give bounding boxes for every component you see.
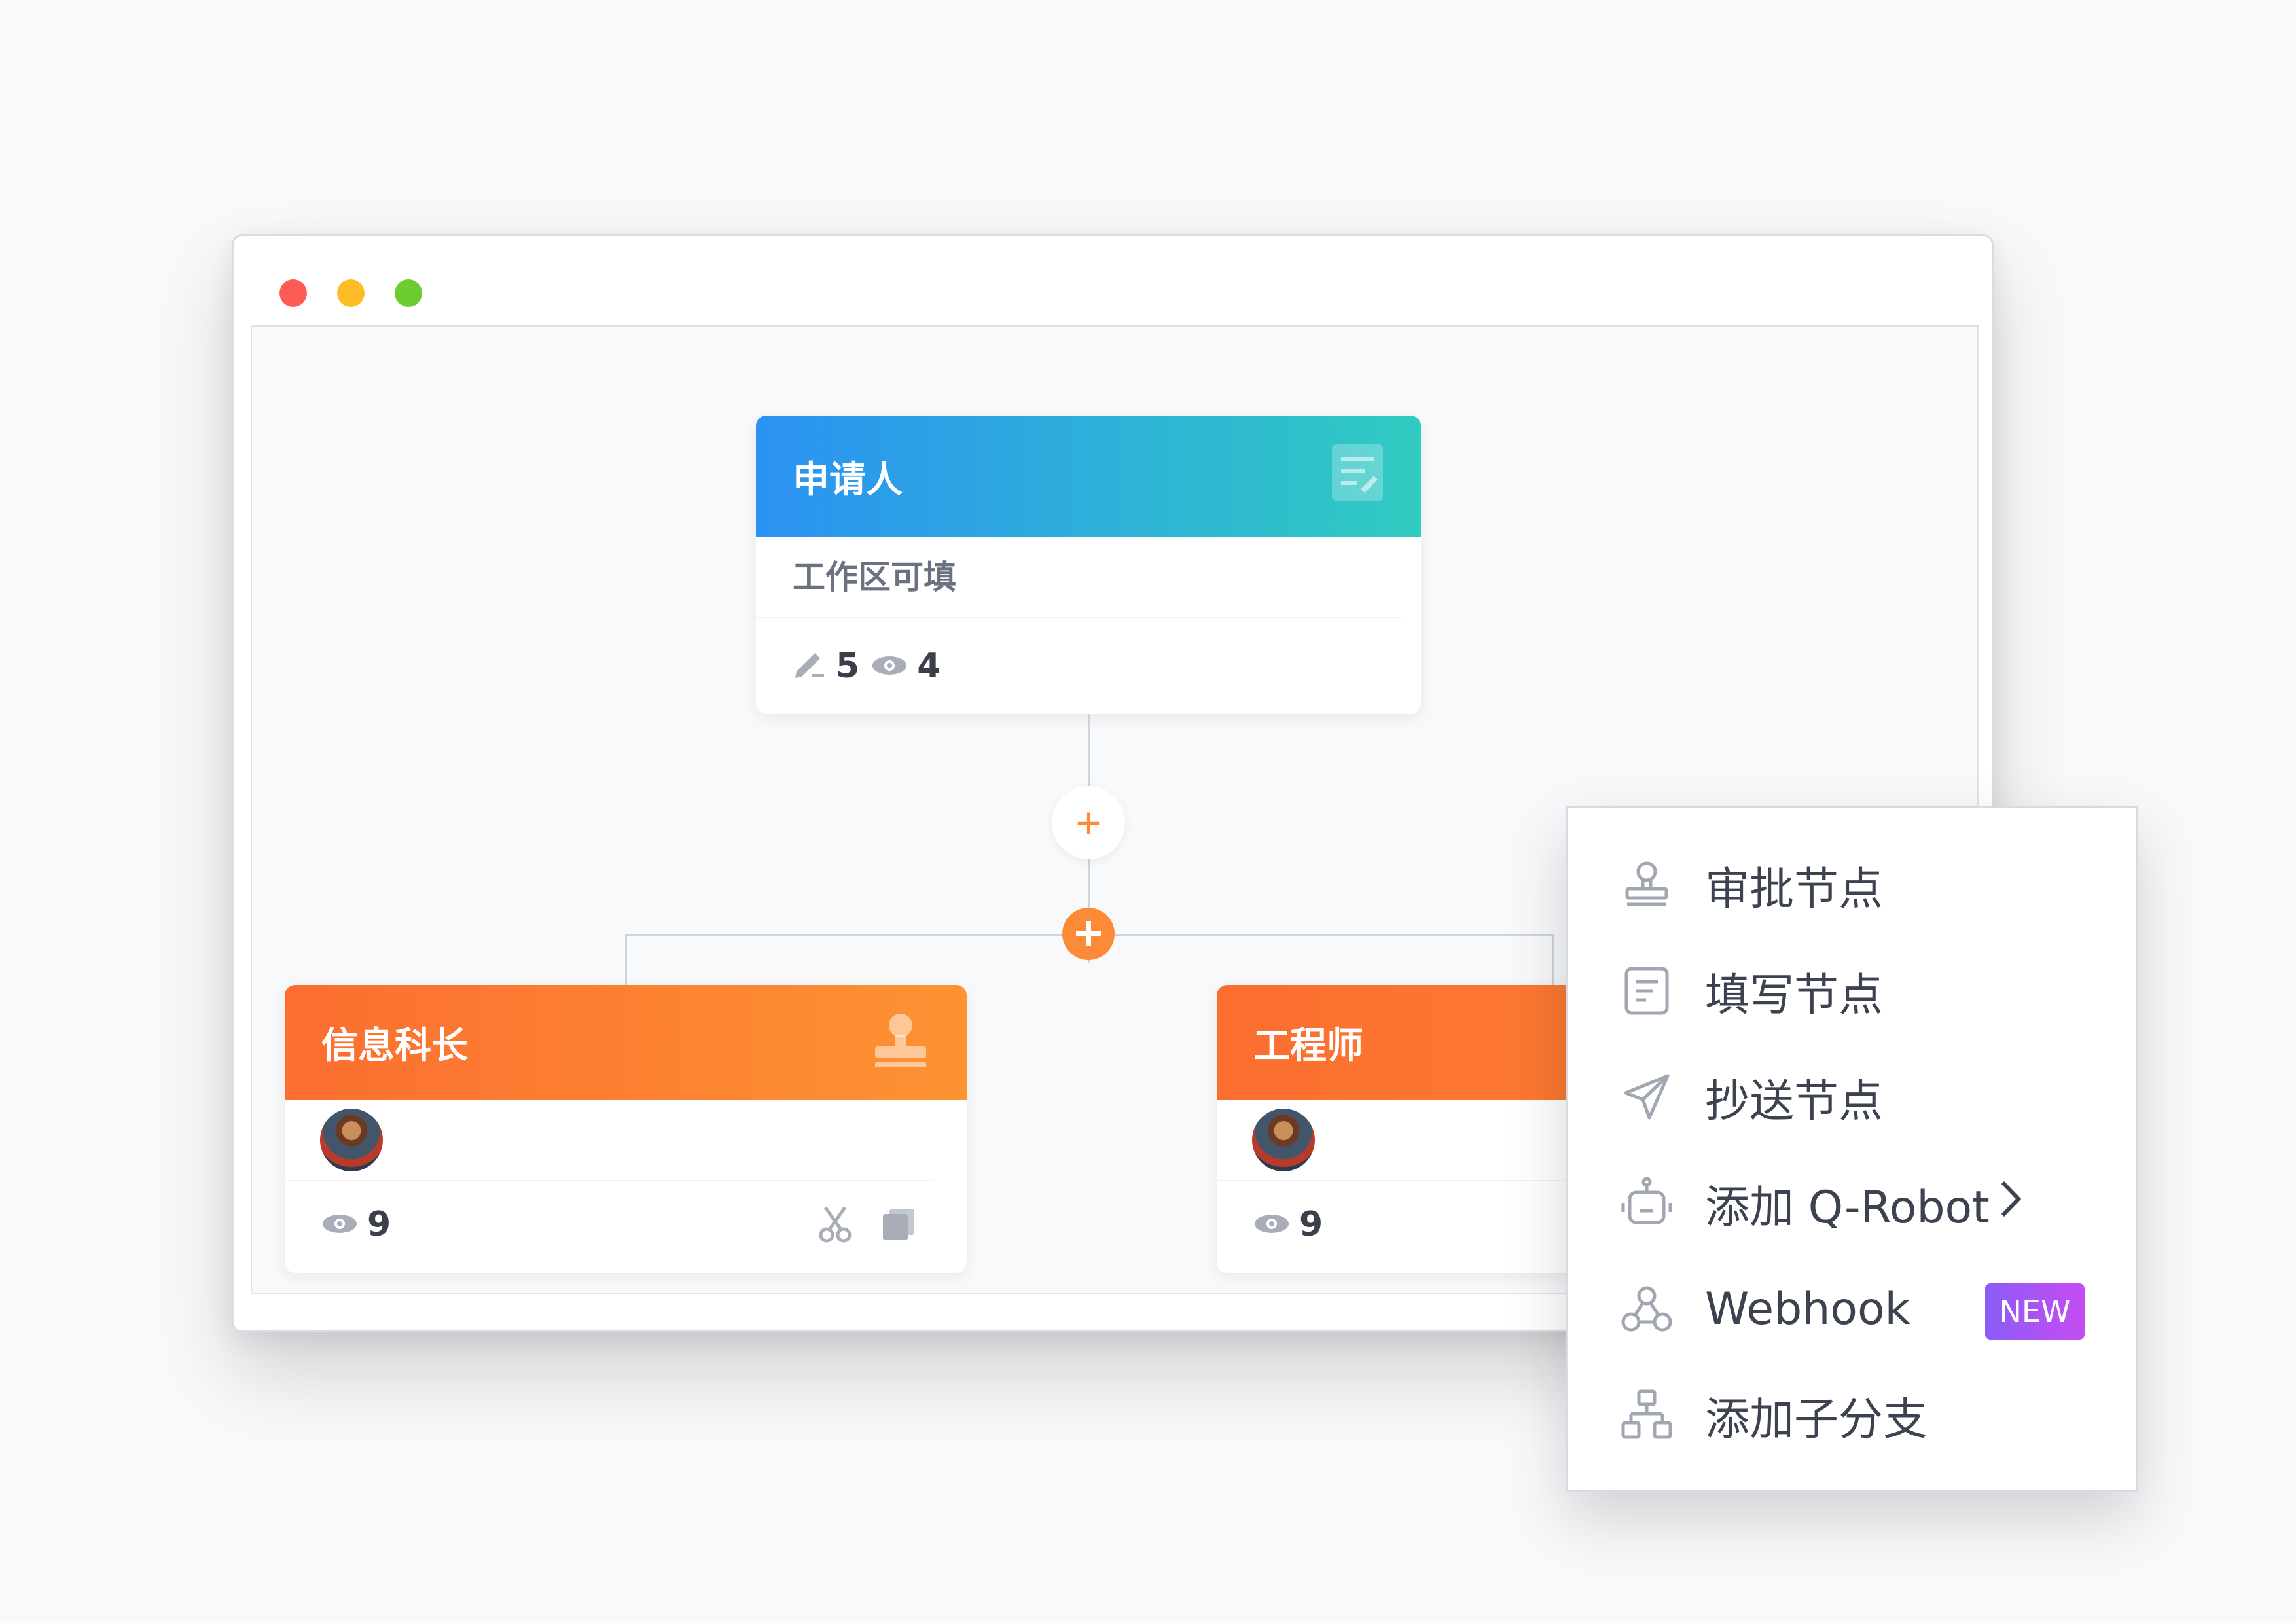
info-chief-node-stats: 9 <box>285 1181 967 1268</box>
menu-item-label: 添加 Q-Robot <box>1705 1181 1990 1234</box>
add-branch-button[interactable] <box>1062 908 1115 960</box>
view-count: 9 <box>367 1205 391 1244</box>
new-badge: NEW <box>1985 1283 2085 1340</box>
assignee-row <box>285 1100 934 1181</box>
close-window-button[interactable] <box>279 279 307 307</box>
add-node-button[interactable]: + <box>1052 786 1125 859</box>
info-chief-node-header: 信息科长 <box>285 985 967 1100</box>
stamp-icon <box>871 1011 930 1079</box>
info-chief-node-card[interactable]: 信息科长 9 <box>285 985 967 1273</box>
avatar[interactable] <box>1252 1109 1315 1171</box>
menu-item-approval-node[interactable]: 审批节点 <box>1568 832 2136 938</box>
plus-icon <box>1076 921 1101 946</box>
menu-item-add-q-robot[interactable]: 添加 Q-Robot <box>1568 1150 2136 1256</box>
robot-icon <box>1620 1176 1674 1230</box>
pencil-icon <box>793 645 827 688</box>
menu-item-fill-node[interactable]: 填写节点 <box>1568 938 2136 1044</box>
menu-item-label: 审批节点 <box>1705 863 1884 916</box>
view-count: 9 <box>1299 1205 1323 1244</box>
branch-line-right <box>1552 934 1554 985</box>
form-icon <box>1331 443 1384 511</box>
menu-item-label: 填写节点 <box>1705 969 1884 1022</box>
copy-icon[interactable] <box>882 1207 916 1250</box>
info-chief-node-title: 信息科长 <box>321 1024 468 1067</box>
branch-line-left <box>625 934 627 985</box>
chevron-right-icon <box>1999 1177 2022 1229</box>
applicant-node-title: 申请人 <box>793 458 903 501</box>
edit-count: 5 <box>836 647 860 686</box>
avatar[interactable] <box>320 1109 383 1171</box>
eye-icon <box>1253 1205 1290 1244</box>
add-node-menu: 审批节点 填写节点 抄送节点 添加 Q-Robot Webhook NEW 添加… <box>1566 806 2138 1492</box>
menu-item-cc-node[interactable]: 抄送节点 <box>1568 1044 2136 1150</box>
maximize-window-button[interactable] <box>395 279 422 307</box>
applicant-node-header: 申请人 <box>756 416 1421 537</box>
eye-icon <box>871 647 908 686</box>
webhook-icon <box>1620 1282 1674 1336</box>
plus-icon: + <box>1074 803 1103 842</box>
menu-item-webhook[interactable]: Webhook NEW <box>1568 1256 2136 1362</box>
minimize-window-button[interactable] <box>337 279 365 307</box>
send-icon <box>1620 1070 1674 1124</box>
applicant-node-card[interactable]: 申请人 工作区可填 5 4 <box>756 416 1421 714</box>
applicant-node-subtitle: 工作区可填 <box>756 537 1401 618</box>
branch-icon <box>1620 1388 1674 1442</box>
applicant-node-stats: 5 4 <box>756 618 1421 714</box>
stamp-icon <box>1620 858 1674 912</box>
form-icon <box>1620 964 1674 1018</box>
view-count: 4 <box>917 647 941 686</box>
menu-item-add-sub-branch[interactable]: 添加子分支 <box>1568 1362 2136 1468</box>
eye-icon <box>321 1205 358 1244</box>
menu-item-label: 抄送节点 <box>1705 1075 1884 1128</box>
scissors-icon[interactable] <box>819 1206 852 1251</box>
menu-item-label: Webhook <box>1705 1283 1910 1335</box>
engineer-node-title: 工程师 <box>1253 1024 1363 1067</box>
menu-item-label: 添加子分支 <box>1705 1393 1928 1446</box>
